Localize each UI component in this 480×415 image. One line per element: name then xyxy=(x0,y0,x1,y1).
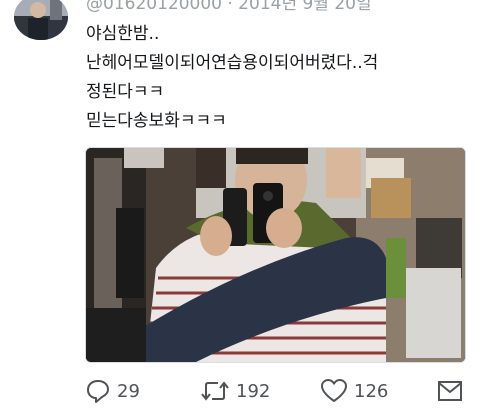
tweet-actions: 29 192 126 xyxy=(85,376,465,406)
reply-count: 29 xyxy=(117,380,140,402)
mirror-selfie-photo xyxy=(86,148,465,362)
user-avatar[interactable] xyxy=(14,0,68,40)
reply-button[interactable]: 29 xyxy=(85,376,140,406)
retweet-count: 192 xyxy=(236,380,271,402)
direct-message-button[interactable] xyxy=(437,376,463,406)
heart-icon xyxy=(321,379,347,402)
tweet-line: 난헤어모델이되어연습용이되어버렸다..걱 xyxy=(86,53,379,73)
like-count: 126 xyxy=(354,380,389,402)
reply-icon xyxy=(87,380,109,403)
tweet-header: @01620120000 · 2014년 9월 20일 xyxy=(86,0,372,14)
avatar-photo xyxy=(14,0,68,40)
tweet-line: 정된다ㅋㅋ xyxy=(86,82,165,102)
tweet-photo[interactable] xyxy=(85,147,466,363)
retweet-button[interactable]: 192 xyxy=(200,376,270,406)
tweet-line: 야심한밤.. xyxy=(86,24,160,44)
like-button[interactable]: 126 xyxy=(320,376,388,406)
tweet-line: 믿는다송보화ㅋㅋㅋ xyxy=(86,111,227,131)
retweet-icon xyxy=(201,381,229,401)
tweet-text: 야심한밤.. 난헤어모델이되어연습용이되어버렸다..걱 정된다ㅋㅋ 믿는다송보화… xyxy=(86,20,466,136)
envelope-icon xyxy=(438,381,462,401)
